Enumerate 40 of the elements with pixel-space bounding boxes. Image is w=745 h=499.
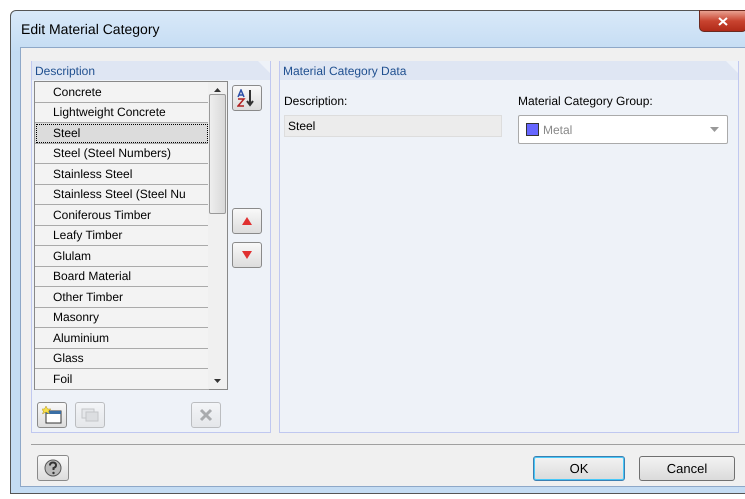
window-title: Edit Material Category [21,21,160,37]
triangle-up-icon [242,217,252,225]
help-icon [43,458,63,478]
list-item[interactable]: Glulam [35,246,209,266]
panel-header: Material Category Data [280,61,738,80]
list-item[interactable]: Board Material [35,266,209,287]
list-item[interactable]: Steel (Steel Numbers) [35,144,209,164]
list-item[interactable]: Other Timber [35,287,209,308]
help-button[interactable] [37,455,69,481]
list-item[interactable]: Masonry [35,308,209,328]
list-item[interactable]: Stainless Steel (Steel Nu [35,184,209,205]
triangle-down-icon [242,251,252,259]
scrollbar[interactable] [208,82,227,389]
list-item[interactable]: Aluminium [35,328,209,348]
list-item[interactable]: Concrete [35,82,209,102]
new-button[interactable] [37,402,67,428]
group-label: Material Category Group: [518,94,654,108]
close-icon [718,16,728,26]
list-item[interactable]: Glass [35,348,209,369]
scroll-down-icon[interactable] [214,379,221,383]
ok-button[interactable]: OK [533,456,625,480]
description-label: Description: [284,94,348,108]
move-up-button[interactable] [232,208,262,234]
copy-icon [81,408,99,422]
delete-icon [199,408,213,422]
scroll-up-icon[interactable] [214,88,221,92]
dropdown-arrow-icon [710,127,719,132]
list-item[interactable]: Stainless Steel [35,164,209,184]
close-button[interactable] [699,10,745,32]
description-field[interactable]: Steel [284,115,502,137]
move-down-button[interactable] [232,242,262,268]
sort-button[interactable] [232,85,262,111]
list-item[interactable]: Foil [35,369,209,390]
panel-header: Description [32,61,270,80]
list-item[interactable]: Coniferous Timber [35,205,209,226]
list-item[interactable]: Lightweight Concrete [35,102,209,123]
list-item[interactable]: Steel [35,123,209,144]
cancel-button[interactable]: Cancel [639,456,735,480]
new-icon [42,406,62,424]
list-item[interactable]: Leafy Timber [35,226,209,246]
